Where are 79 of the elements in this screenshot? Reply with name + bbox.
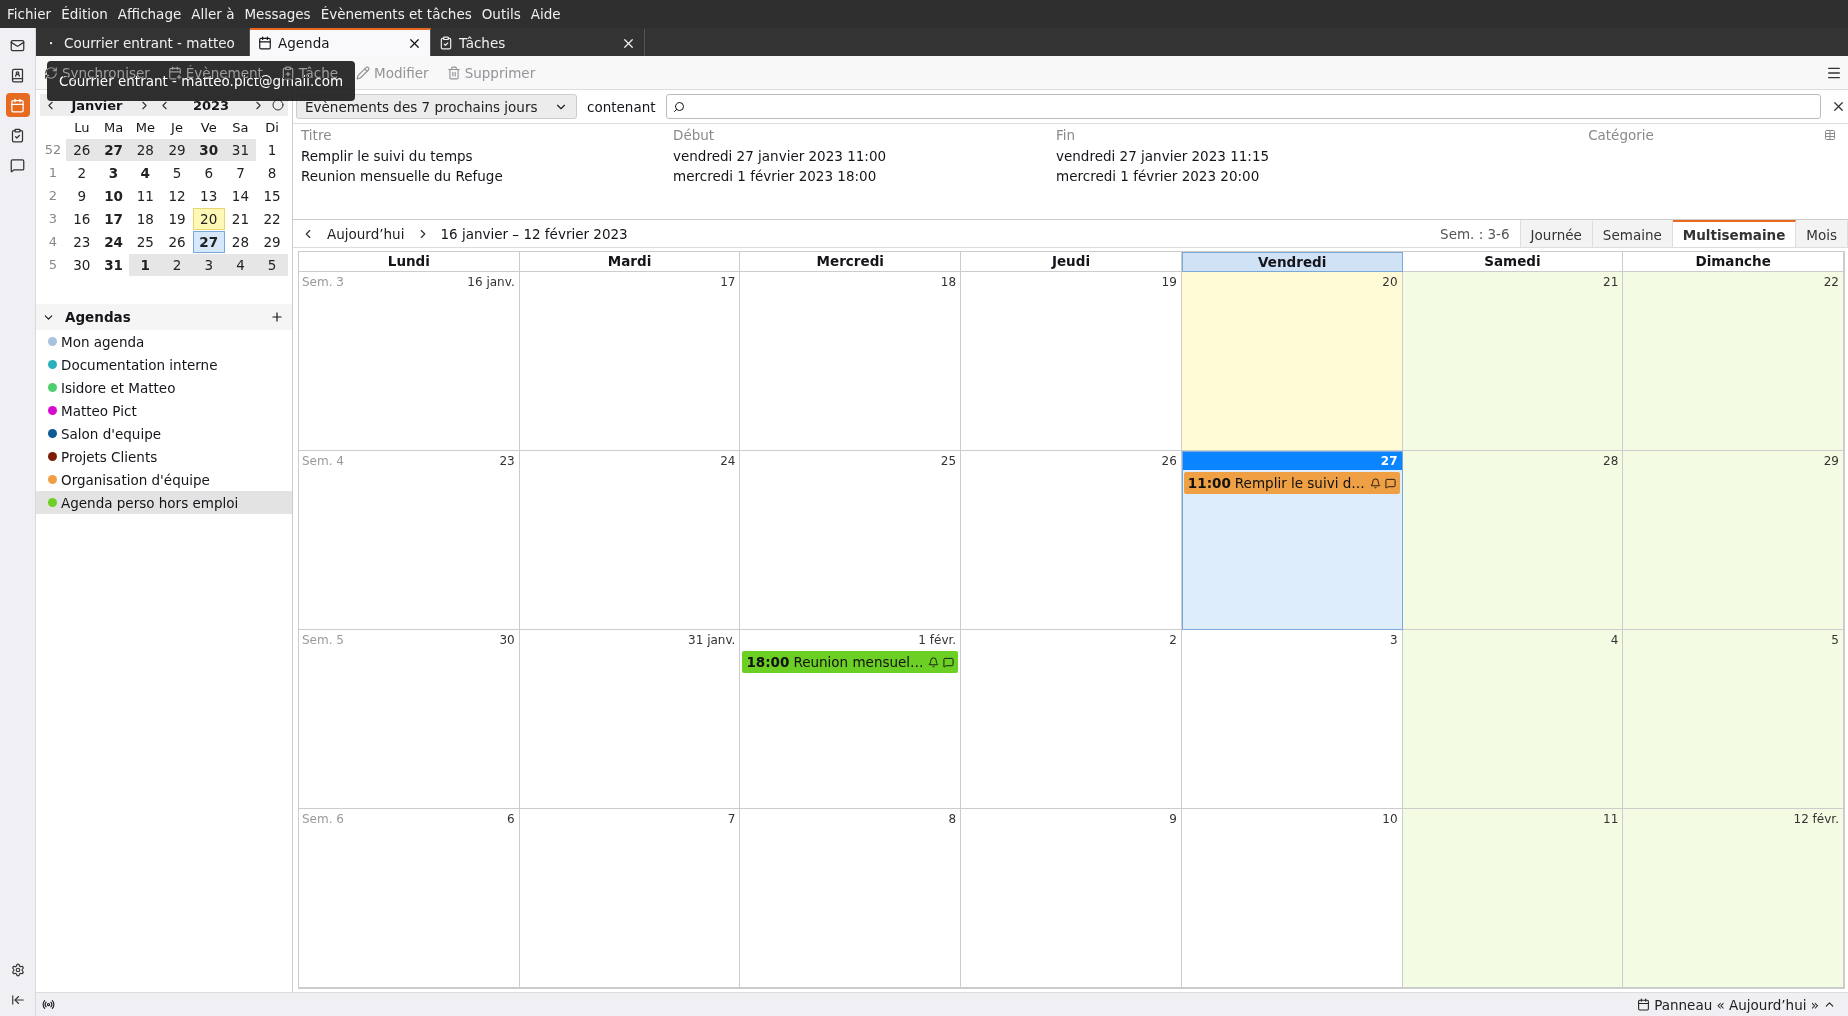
table-cell-text: vendredi 27 janvier 2023 11:00: [673, 148, 888, 164]
table-cell-text: mercredi 1 février 2023 20:00: [1056, 168, 1261, 184]
day-number: 25: [940, 453, 957, 468]
day-header: Samedi: [1402, 252, 1624, 272]
week-label: Sem. 3: [302, 274, 344, 289]
week-number: 52: [43, 141, 63, 159]
month-label: Janvier: [69, 97, 124, 113]
day-number: 24: [720, 453, 736, 468]
event-title: Remplir le suivi d…: [1234, 475, 1366, 491]
table-cell-text: Remplir le suivi du temps: [301, 148, 474, 164]
day-number: 2: [1169, 632, 1177, 647]
day-number: 10: [1382, 811, 1398, 826]
weekday-label: Di: [264, 119, 280, 137]
day-number: 28: [1603, 453, 1619, 468]
year-label: 2023: [191, 97, 231, 113]
agenda-name: Matteo Pict: [61, 402, 137, 419]
weekday-label: Ve: [199, 119, 218, 137]
week-range: Sem. : 3-6: [1430, 220, 1521, 247]
week-number: 4: [47, 233, 59, 251]
week-number: 5: [47, 256, 59, 274]
agenda-name: Mon agenda: [61, 333, 145, 350]
day-number: 7: [727, 811, 736, 826]
agenda-name: Isidore et Matteo: [61, 379, 176, 396]
day-number: 31 janv.: [688, 632, 736, 647]
table-cell-text: vendredi 27 janvier 2023 11:15: [1056, 148, 1271, 164]
day-number: 11: [1603, 811, 1619, 826]
day-number: 21: [1603, 274, 1619, 289]
week-number: 3: [47, 210, 59, 228]
day-number: 18: [940, 274, 957, 289]
day-number: 9: [1169, 811, 1177, 826]
agenda-name: Documentation interne: [61, 356, 218, 373]
day-number: 17: [720, 274, 736, 289]
day-number: 19: [1161, 274, 1177, 289]
tab-label: Courrier entrant - matteo: [64, 35, 236, 51]
filter-label: contenant: [587, 98, 656, 115]
day-number: 5: [1831, 632, 1839, 647]
event-time: 11:00: [1187, 475, 1231, 491]
day-number: 8: [948, 811, 957, 826]
tab-label: Tâches: [459, 35, 507, 51]
week-label: Sem. 5: [302, 632, 344, 647]
day-number: 22: [1823, 274, 1839, 289]
day-header: Dimanche: [1623, 252, 1844, 272]
day-number: 27: [1380, 453, 1398, 468]
day-number: 30: [499, 632, 515, 647]
week-number: 1: [47, 164, 59, 182]
date-range: 16 janvier – 12 février 2023: [440, 225, 628, 242]
week-label: Sem. 6: [302, 811, 344, 826]
weekday-label: Je: [169, 119, 184, 137]
day-header: Lundi: [299, 252, 520, 272]
weekday-label: Sa: [231, 119, 250, 137]
day-header: Mercredi: [740, 252, 962, 272]
day-header: Jeudi: [961, 252, 1182, 272]
agenda-name: Organisation d'équipe: [61, 471, 210, 488]
day-number: 20: [1382, 274, 1398, 289]
day-number: 23: [499, 453, 515, 468]
day-number: 3: [1389, 632, 1398, 647]
event-time: 18:00: [746, 654, 790, 670]
day-header: Vendredi: [1181, 252, 1403, 272]
day-number: 26: [1161, 453, 1177, 468]
day-header: Mardi: [519, 252, 741, 272]
agenda-name: Salon d'equipe: [61, 425, 162, 442]
agenda-name: Projets Clients: [61, 448, 158, 465]
day-number: 16 janv.: [467, 274, 515, 289]
day-number: 29: [1823, 453, 1839, 468]
weekday-label: Me: [134, 119, 156, 137]
day-number: 4: [1610, 632, 1619, 647]
table-cell-text: Reunion mensuelle du Refuge: [301, 168, 504, 184]
weekday-label: Ma: [102, 119, 125, 137]
day-number: 6: [507, 811, 515, 826]
table-cell-text: mercredi 1 février 2023 18:00: [673, 168, 878, 184]
weekday-label: Lu: [73, 119, 91, 137]
agenda-name: Agenda perso hors emploi: [61, 494, 239, 511]
agendas-title: Agendas: [65, 309, 132, 325]
event-title: Reunion mensuel…: [793, 654, 925, 670]
day-number: 1 févr.: [918, 632, 957, 647]
day-number: 12 févr.: [1793, 811, 1839, 826]
tab-label: Agenda: [278, 35, 331, 51]
week-label: Sem. 4: [302, 453, 344, 468]
week-number: 2: [47, 187, 59, 205]
